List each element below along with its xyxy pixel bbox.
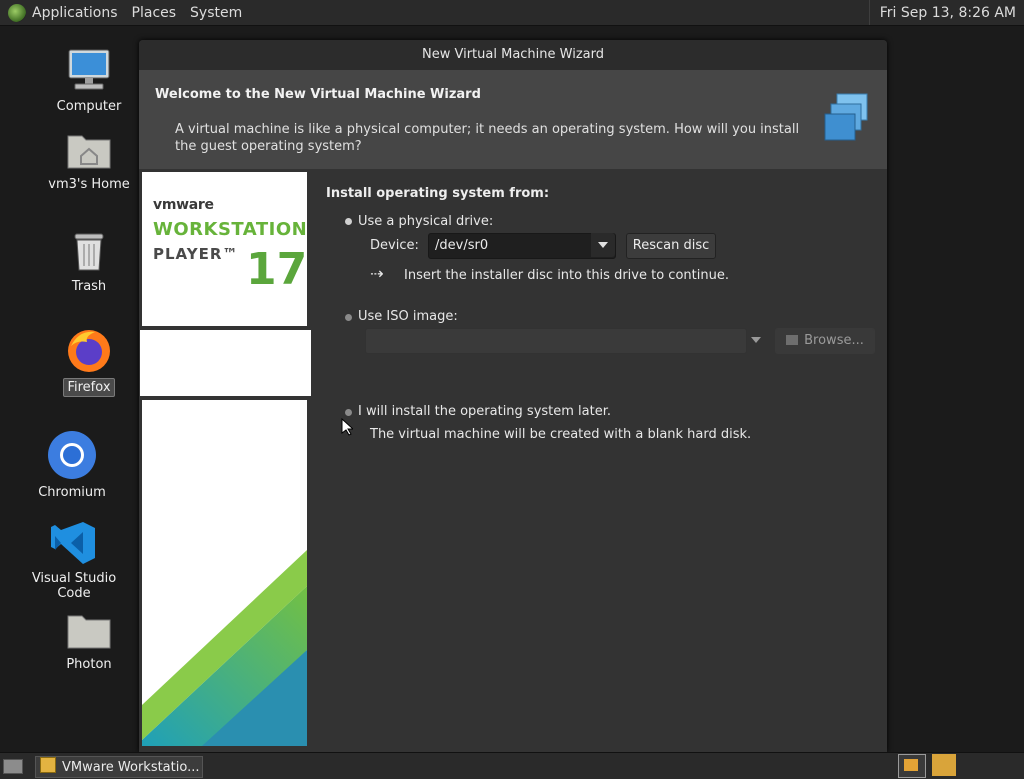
desktop-icon-label: Trash (71, 279, 107, 294)
desktop-icon-label: vm3's Home (48, 177, 130, 192)
workspace-2-icon[interactable] (932, 754, 956, 776)
chevron-down-icon[interactable] (591, 233, 615, 257)
iso-image-label[interactable]: Use ISO image: (358, 309, 458, 324)
physical-drive-radio[interactable] (345, 218, 352, 225)
device-value: /dev/sr0 (435, 238, 489, 253)
desktop-icon-label: Photon (66, 657, 112, 672)
browse-label: Browse... (804, 333, 864, 348)
browse-button[interactable]: Browse... (775, 328, 875, 354)
vmware-logo: vmware (153, 197, 214, 213)
product-name: WORKSTATION (153, 219, 308, 240)
window-title[interactable]: New Virtual Machine Wizard (139, 40, 887, 70)
install-later-label[interactable]: I will install the operating system late… (358, 404, 611, 419)
new-vm-wizard-window: New Virtual Machine Wizard Welcome to th… (139, 40, 887, 752)
install-from-label: Install operating system from: (326, 186, 550, 201)
mouse-cursor-icon (341, 418, 353, 436)
desktop-icon-label: Chromium (38, 485, 106, 500)
desktop-icon-photon[interactable]: Photon (29, 608, 149, 673)
clock[interactable]: Fri Sep 13, 8:26 AM (868, 0, 1024, 25)
trash-icon (69, 228, 109, 274)
wizard-header: Welcome to the New Virtual Machine Wizar… (139, 70, 887, 169)
chevron-down-icon[interactable] (745, 328, 767, 352)
header-title: Welcome to the New Virtual Machine Wizar… (155, 87, 481, 102)
vmware-branding-panel: vmware WORKSTATION PLAYER™ 17 (142, 172, 307, 326)
vmware-app-icon (40, 757, 56, 773)
device-label: Device: (370, 238, 419, 253)
folder-icon (786, 335, 799, 345)
arrow-right-icon: ⇢ (370, 264, 384, 283)
iso-image-radio[interactable] (345, 314, 352, 321)
desktop-icon-computer[interactable]: Computer (29, 46, 149, 115)
virtual-machines-icon (823, 92, 871, 144)
product-edition: PLAYER™ (153, 245, 239, 263)
desktop-icon-trash[interactable]: Trash (29, 228, 149, 295)
bottom-panel: VMware Workstatio... (0, 752, 1024, 779)
desktop-icon-vscode[interactable]: Visual Studio Code (14, 520, 134, 602)
install-later-hint: The virtual machine will be created with… (370, 427, 752, 442)
physical-drive-label[interactable]: Use a physical drive: (358, 214, 493, 229)
install-later-radio[interactable] (345, 409, 352, 416)
top-panel: Applications Places System Fri Sep 13, 8… (0, 0, 1024, 26)
sidebar-graphic (142, 400, 307, 746)
chromium-icon (47, 430, 97, 480)
header-description: A virtual machine is like a physical com… (175, 122, 800, 154)
desktop-icon-label: Firefox (63, 378, 115, 397)
vmware-app-icon (904, 759, 918, 771)
applications-menu[interactable]: Applications (32, 5, 118, 21)
computer-icon (65, 46, 113, 94)
desktop-icon-label: Computer (56, 99, 122, 114)
desktop-icon-home[interactable]: vm3's Home (29, 128, 149, 193)
vscode-icon (51, 520, 97, 566)
places-menu[interactable]: Places (132, 5, 177, 21)
insert-disc-hint: Insert the installer disc into this driv… (404, 268, 729, 283)
distro-logo-icon[interactable] (8, 3, 26, 22)
desktop-icon-chromium[interactable]: Chromium (12, 430, 132, 501)
device-select[interactable]: /dev/sr0 (428, 233, 616, 259)
folder-icon (65, 608, 113, 652)
firefox-icon (65, 326, 113, 374)
home-folder-icon (65, 128, 113, 172)
sidebar-blank-panel (140, 330, 311, 396)
rescan-disc-button[interactable]: Rescan disc (626, 233, 716, 259)
taskbar-item-vmware[interactable]: VMware Workstatio... (35, 756, 203, 778)
show-desktop-icon[interactable] (3, 759, 23, 774)
desktop-icon-label: Visual Studio Code (31, 571, 117, 601)
system-menu[interactable]: System (190, 5, 242, 21)
workspace-1-icon[interactable] (898, 754, 926, 778)
iso-path-combo[interactable] (365, 328, 747, 354)
taskbar-item-label: VMware Workstatio... (62, 760, 200, 775)
product-version: 17 (246, 244, 308, 295)
desktop-icon-firefox[interactable]: Firefox (29, 326, 149, 397)
